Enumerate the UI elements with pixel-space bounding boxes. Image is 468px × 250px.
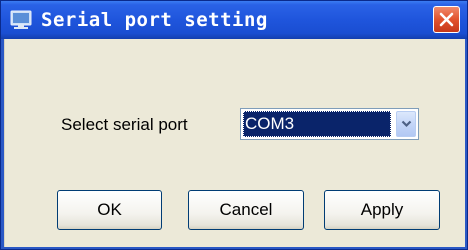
title-bar[interactable]: Serial port setting <box>1 1 467 39</box>
chevron-down-icon <box>401 120 412 128</box>
serial-port-select[interactable]: COM3 <box>240 108 419 140</box>
close-icon <box>439 12 454 27</box>
window-title: Serial port setting <box>41 9 268 31</box>
close-button[interactable] <box>433 6 460 33</box>
serial-port-label: Select serial port <box>61 115 188 134</box>
serial-port-dialog: Serial port setting Select serial port C… <box>0 0 468 250</box>
dropdown-button[interactable] <box>396 111 416 137</box>
dialog-body: Select serial port COM3 OK Cancel Apply <box>4 39 465 247</box>
ok-button[interactable]: OK <box>57 190 162 230</box>
monitor-icon <box>10 9 32 31</box>
serial-port-value[interactable]: COM3 <box>243 111 391 137</box>
cancel-button[interactable]: Cancel <box>188 190 304 230</box>
apply-button[interactable]: Apply <box>324 190 440 230</box>
